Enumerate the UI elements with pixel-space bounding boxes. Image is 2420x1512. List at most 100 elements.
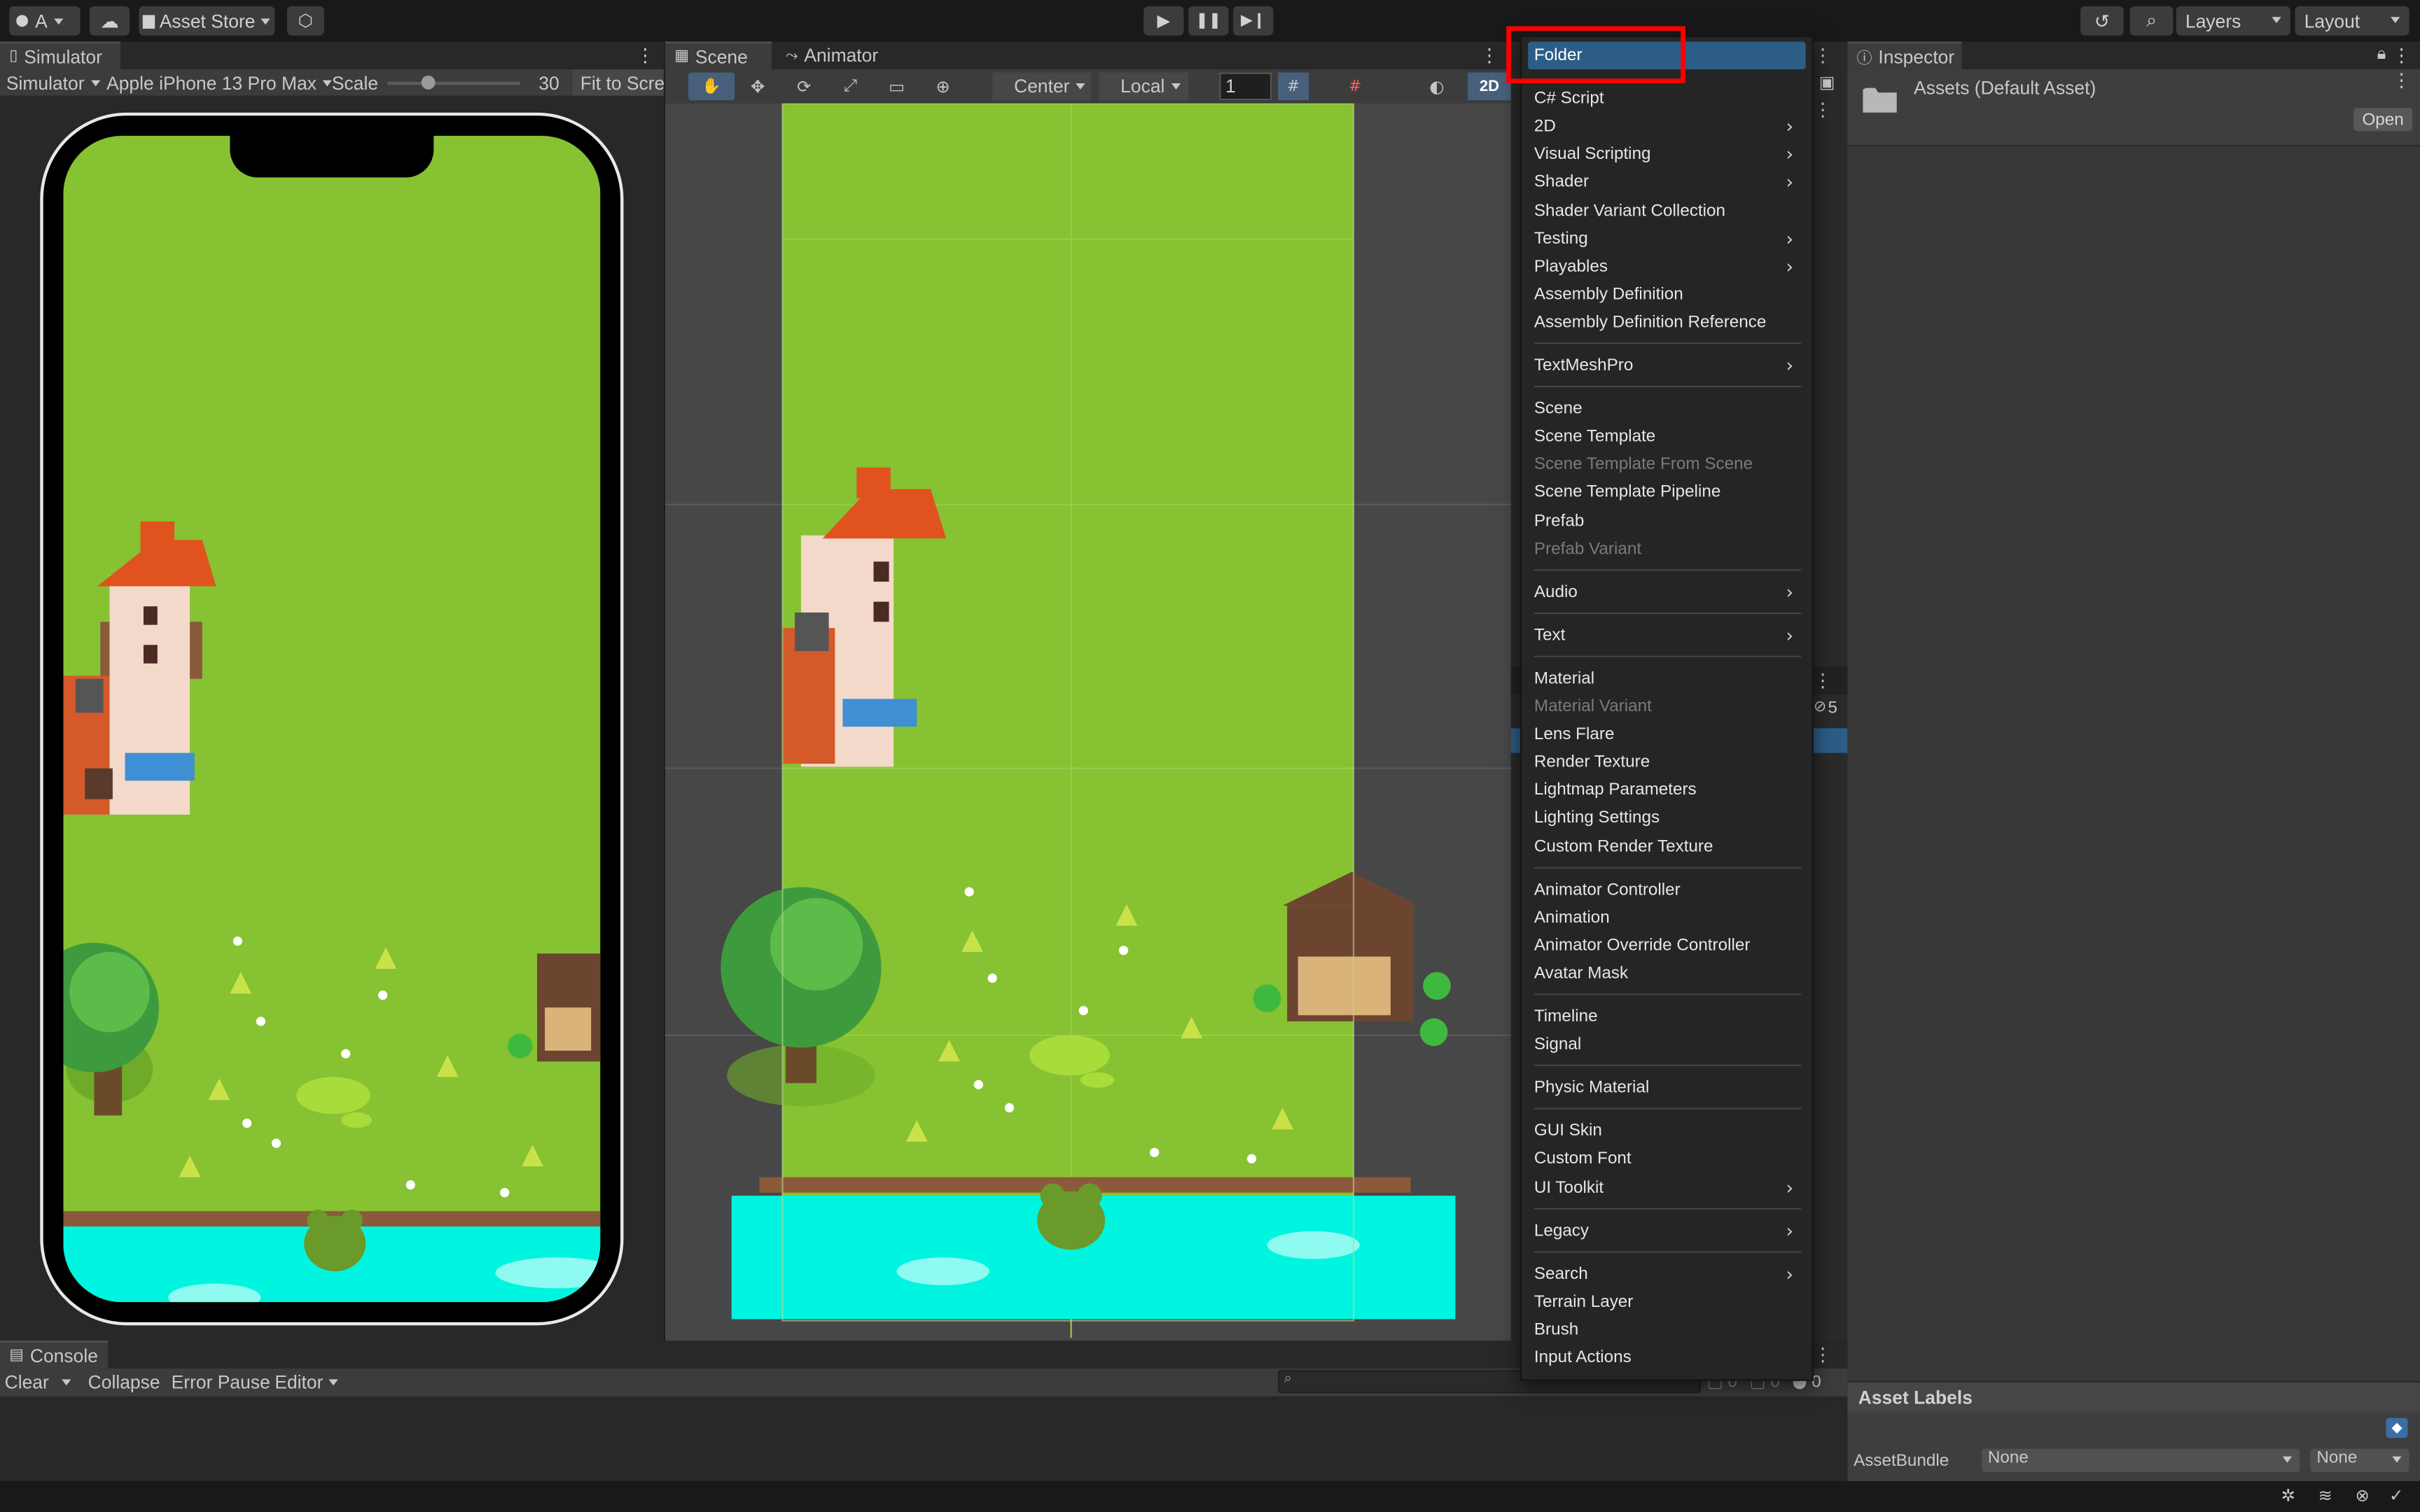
menu-item-playables[interactable]: Playables › xyxy=(1528,253,1806,281)
menu-item-lighting-settings[interactable]: Lighting Settings xyxy=(1528,804,1806,832)
clear-button[interactable]: Clear xyxy=(5,1368,49,1394)
menu-item-legacy[interactable]: Legacy › xyxy=(1528,1217,1806,1245)
cloud-button[interactable]: ☁ xyxy=(89,6,130,36)
clear-options-dropdown[interactable] xyxy=(55,1368,77,1394)
undo-history-button[interactable]: ↺ xyxy=(2080,6,2124,36)
menu-item-c-script[interactable]: C# Script xyxy=(1528,85,1806,113)
hidden-objects-counter[interactable]: ⊘ 5 xyxy=(1814,699,1837,717)
stack-icon[interactable]: ≋ xyxy=(2318,1486,2332,1506)
pause-button[interactable]: ❚❚ xyxy=(1188,6,1229,36)
menu-item-animator-override-controller[interactable]: Animator Override Controller xyxy=(1528,932,1806,960)
editor-target-dropdown[interactable]: Editor xyxy=(274,1368,338,1394)
lock-icon[interactable]: ▣ xyxy=(1819,73,1835,92)
menu-item-textmeshpro[interactable]: TextMeshPro › xyxy=(1528,352,1806,380)
collapse-toggle[interactable]: Collapse xyxy=(88,1368,160,1394)
grid-visibility-button[interactable]: # xyxy=(1340,73,1370,101)
menu-item-scene-template[interactable]: Scene Template xyxy=(1528,423,1806,451)
tab-animator[interactable]: ⤳ Animator xyxy=(777,42,894,70)
menu-item-scene[interactable]: Scene xyxy=(1528,395,1806,423)
menu-item-timeline[interactable]: Timeline xyxy=(1528,1003,1806,1031)
menu-item-render-texture[interactable]: Render Texture xyxy=(1528,748,1806,776)
layout-dropdown[interactable]: Layout xyxy=(2295,6,2409,36)
device-dropdown[interactable]: Apple iPhone 13 Pro Max xyxy=(106,69,332,95)
menu-item-ui-toolkit[interactable]: UI Toolkit › xyxy=(1528,1173,1806,1201)
menu-item-physic-material[interactable]: Physic Material xyxy=(1528,1074,1806,1102)
fit-to-screen-button[interactable]: Fit to Scre xyxy=(572,69,664,96)
snap-increment-input[interactable]: 1 xyxy=(1219,72,1272,101)
error-pause-toggle[interactable]: Error Pause xyxy=(172,1368,270,1394)
assetbundle-dropdown[interactable]: None xyxy=(1982,1448,2300,1472)
account-button[interactable]: ● A xyxy=(9,6,81,36)
assetbundle-variant-dropdown[interactable]: None xyxy=(2310,1448,2409,1472)
asset-menu-icon[interactable]: ⋮ xyxy=(2392,69,2410,91)
tab-console[interactable]: ▤ Console xyxy=(0,1340,109,1369)
menu-item-terrain-layer[interactable]: Terrain Layer xyxy=(1528,1288,1806,1316)
chevron-down-icon xyxy=(2282,1456,2293,1463)
rect-tool-button[interactable]: ▭ xyxy=(874,73,920,101)
menu-item-testing[interactable]: Testing › xyxy=(1528,225,1806,253)
scene-view[interactable] xyxy=(665,103,1511,1341)
scale-tool-button[interactable]: ⤢ xyxy=(827,73,873,101)
play-button[interactable]: ▶ xyxy=(1143,6,1184,36)
panel-menu-icon[interactable]: ⋮ xyxy=(1480,45,1498,66)
menu-item-animator-controller[interactable]: Animator Controller xyxy=(1528,876,1806,904)
tab-inspector[interactable]: ⓘ Inspector xyxy=(1847,41,1962,70)
panel-menu-icon[interactable]: ⋮ xyxy=(1814,45,1832,66)
network-icon[interactable]: ⊗ xyxy=(2355,1486,2369,1506)
menu-item-scene-template-pipeline[interactable]: Scene Template Pipeline xyxy=(1528,479,1806,507)
pivot-dropdown[interactable]: Center xyxy=(992,72,1092,101)
tab-scene[interactable]: ▦ Scene xyxy=(665,41,772,70)
game-view[interactable] xyxy=(63,135,601,1303)
menu-item-material[interactable]: Material xyxy=(1528,665,1806,693)
bug-icon[interactable]: ✲ xyxy=(2281,1486,2295,1506)
menu-item-input-actions[interactable]: Input Actions xyxy=(1528,1344,1806,1372)
move-tool-button[interactable]: ✥ xyxy=(735,73,781,101)
menu-item-custom-render-texture[interactable]: Custom Render Texture xyxy=(1528,832,1806,860)
transform-tool-button[interactable]: ⊕ xyxy=(920,73,966,101)
menu-item-avatar-mask[interactable]: Avatar Mask xyxy=(1528,960,1806,988)
menu-item-assembly-definition[interactable]: Assembly Definition xyxy=(1528,281,1806,309)
menu-item-shader-variant-collection[interactable]: Shader Variant Collection xyxy=(1528,197,1806,225)
tab-simulator[interactable]: ▯ Simulator xyxy=(0,41,120,70)
menu-item-2d[interactable]: 2D › xyxy=(1528,113,1806,141)
asset-store-button[interactable]: ▆ Asset Store xyxy=(139,6,275,36)
grid-snap-button[interactable]: # xyxy=(1277,72,1309,101)
menu-item-lens-flare[interactable]: Lens Flare xyxy=(1528,721,1806,749)
lock-icon[interactable]: 🔒︎ xyxy=(2377,45,2386,65)
package-button[interactable]: ⬡ xyxy=(286,6,324,36)
menu-item-assembly-definition-reference[interactable]: Assembly Definition Reference xyxy=(1528,309,1806,337)
menu-item-lightmap-parameters[interactable]: Lightmap Parameters xyxy=(1528,776,1806,804)
menu-item-shader[interactable]: Shader › xyxy=(1528,169,1806,197)
scale-slider-thumb[interactable] xyxy=(421,76,436,90)
2d-mode-toggle[interactable]: 2D xyxy=(1468,72,1511,101)
tag-icon[interactable]: ◆ xyxy=(2386,1418,2408,1438)
layers-dropdown[interactable]: Layers xyxy=(2176,6,2290,36)
step-button[interactable]: ▶❙ xyxy=(1233,6,1274,36)
menu-item-search[interactable]: Search › xyxy=(1528,1260,1806,1288)
chevron-down-icon xyxy=(2272,17,2281,24)
panel-menu-icon[interactable]: ⋮ xyxy=(1814,99,1832,120)
hand-tool-button[interactable]: ✋ xyxy=(688,72,735,101)
menu-item-custom-font[interactable]: Custom Font xyxy=(1528,1145,1806,1173)
menu-item-folder[interactable]: Folder xyxy=(1528,41,1806,70)
menu-item-signal[interactable]: Signal xyxy=(1528,1031,1806,1059)
space-dropdown[interactable]: Local xyxy=(1099,72,1189,101)
menu-item-gui-skin[interactable]: GUI Skin xyxy=(1528,1117,1806,1145)
open-button[interactable]: Open xyxy=(2353,108,2413,132)
menu-item-visual-scripting[interactable]: Visual Scripting › xyxy=(1528,141,1806,169)
check-icon[interactable]: ✓ xyxy=(2389,1486,2403,1506)
search-button[interactable]: ⌕ xyxy=(2129,6,2174,36)
menu-item-brush[interactable]: Brush xyxy=(1528,1316,1806,1344)
panel-menu-icon[interactable]: ⋮ xyxy=(636,45,654,66)
panel-menu-icon[interactable]: ⋮ xyxy=(2392,45,2410,66)
draw-mode-dropdown[interactable]: ◐ xyxy=(1412,73,1462,101)
panel-menu-icon[interactable]: ⋮ xyxy=(1814,670,1832,692)
rotate-tool-button[interactable]: ⟳ xyxy=(781,73,827,101)
menu-item-prefab[interactable]: Prefab xyxy=(1528,507,1806,535)
scale-slider[interactable] xyxy=(387,76,520,90)
panel-menu-icon[interactable]: ⋮ xyxy=(1814,1344,1832,1366)
menu-item-animation[interactable]: Animation xyxy=(1528,904,1806,932)
simulator-mode-dropdown[interactable]: Simulator xyxy=(6,69,100,95)
menu-item-audio[interactable]: Audio › xyxy=(1528,578,1806,606)
menu-item-text[interactable]: Text › xyxy=(1528,622,1806,650)
